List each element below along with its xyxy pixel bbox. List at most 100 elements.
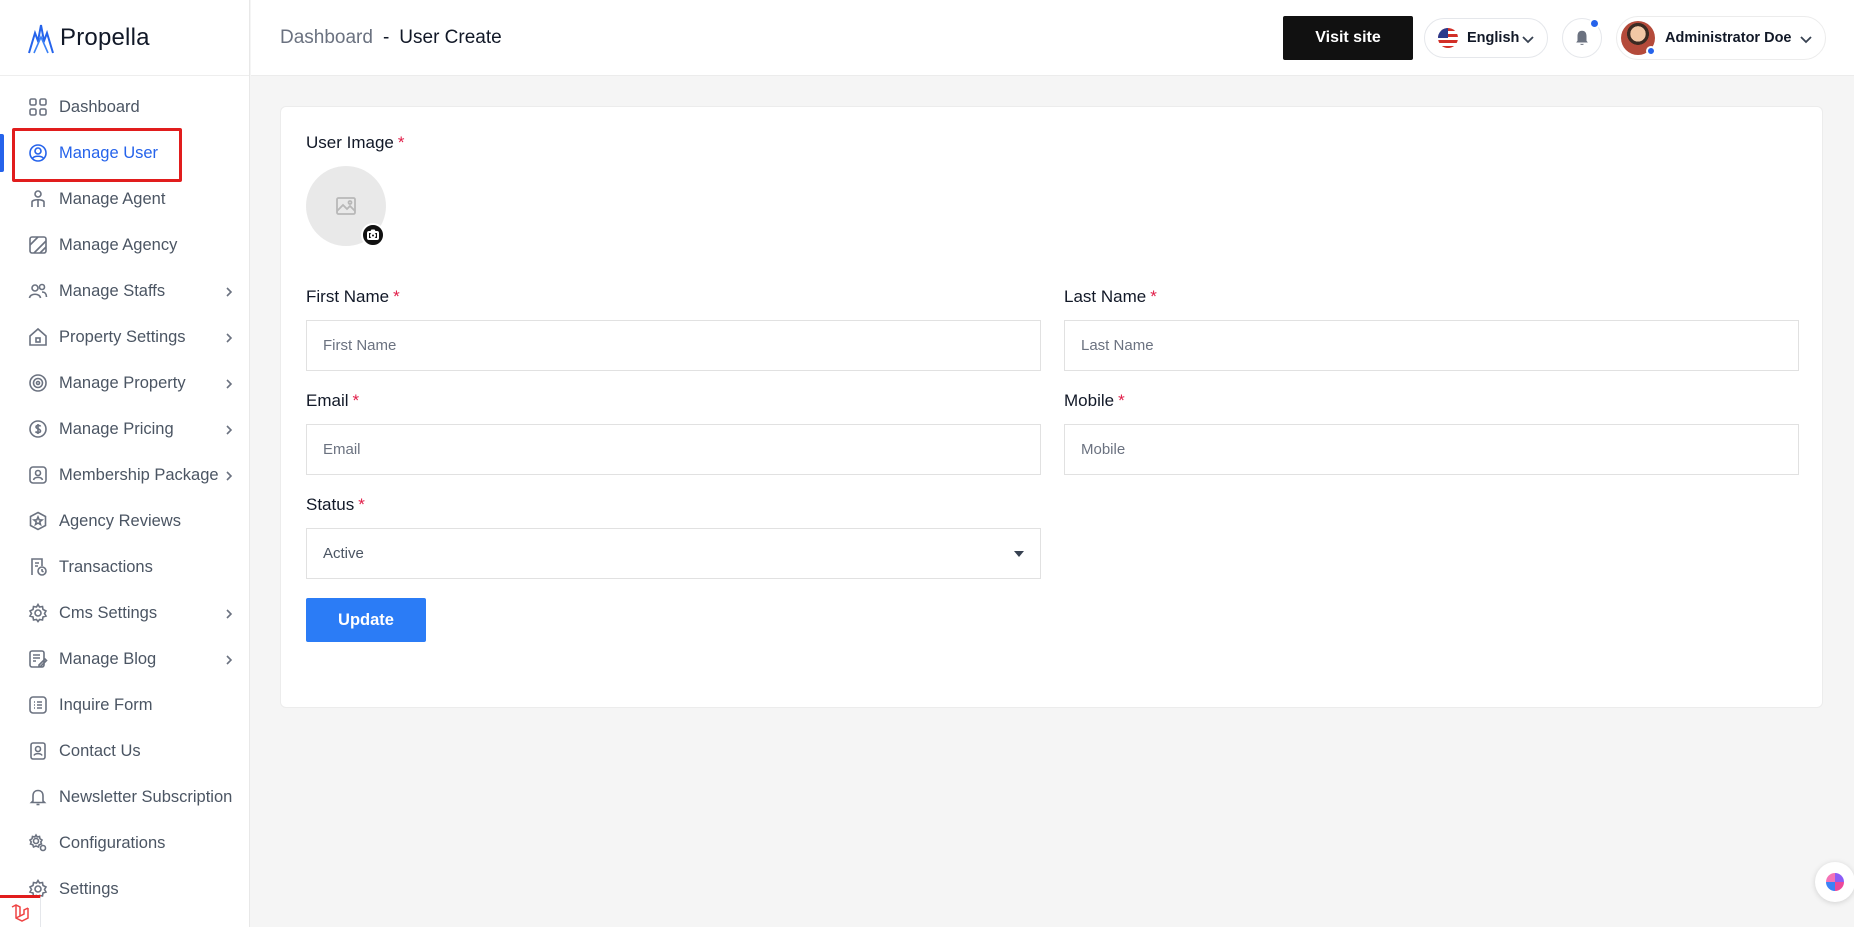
dashboard-grid-icon xyxy=(28,97,48,117)
breadcrumb-separator: - xyxy=(382,26,390,48)
gears-icon xyxy=(28,833,48,853)
user-image-label: User Image * xyxy=(306,133,405,153)
visit-site-button[interactable]: Visit site xyxy=(1283,16,1413,60)
users-icon xyxy=(28,281,48,301)
sidebar-item-property-settings[interactable]: Property Settings xyxy=(0,314,249,360)
agent-icon xyxy=(28,189,48,209)
star-badge-icon xyxy=(28,511,48,531)
sidebar: Propella Dashboard Manage User Manage Ag… xyxy=(0,0,250,927)
required-mark: * xyxy=(1118,391,1125,410)
email-label-text: Email xyxy=(306,391,349,410)
cms-gear-icon xyxy=(28,603,48,623)
sidebar-item-label: Manage Property xyxy=(59,373,186,392)
sidebar-nav: Dashboard Manage User Manage Agent Manag… xyxy=(0,76,249,912)
first-name-label: First Name * xyxy=(306,287,400,307)
required-mark: * xyxy=(397,133,405,152)
sidebar-item-transactions[interactable]: Transactions xyxy=(0,544,249,590)
required-mark: * xyxy=(1150,287,1157,306)
property-gear-icon xyxy=(28,373,48,393)
user-image-upload[interactable] xyxy=(306,166,386,247)
chevron-right-icon xyxy=(223,468,235,481)
brand-name: Propella xyxy=(60,23,150,51)
status-label: Status * xyxy=(306,495,365,515)
sidebar-item-label: Property Settings xyxy=(59,327,186,346)
sidebar-item-manage-pricing[interactable]: Manage Pricing xyxy=(0,406,249,452)
sidebar-item-label: Manage Agency xyxy=(59,235,178,254)
receipt-clock-icon xyxy=(28,557,48,577)
notification-badge xyxy=(1589,18,1600,29)
language-selector[interactable]: English xyxy=(1424,18,1548,58)
sidebar-item-manage-user[interactable]: Manage User xyxy=(0,130,249,176)
mobile-field[interactable] xyxy=(1064,424,1799,475)
sidebar-item-label: Configurations xyxy=(59,833,166,852)
online-status-dot xyxy=(1646,46,1656,56)
agency-icon xyxy=(28,235,48,255)
brain-icon xyxy=(1826,873,1844,891)
image-placeholder-icon xyxy=(336,197,356,215)
us-flag-icon xyxy=(1438,28,1458,48)
chevron-right-icon xyxy=(223,330,235,343)
sidebar-item-label: Newsletter Subscription xyxy=(59,787,233,806)
required-mark: * xyxy=(352,391,360,410)
chevron-down-icon xyxy=(1521,32,1535,50)
mobile-label: Mobile * xyxy=(1064,391,1125,411)
sidebar-item-manage-agency[interactable]: Manage Agency xyxy=(0,222,249,268)
user-create-form-card: User Image* First Name* Last Name* Email… xyxy=(280,106,1823,708)
sidebar-item-label: Transactions xyxy=(59,557,153,576)
contact-card-icon xyxy=(28,741,48,761)
last-name-label-text: Last Name xyxy=(1064,287,1147,306)
list-icon xyxy=(28,695,48,715)
sidebar-item-label: Contact Us xyxy=(59,741,141,760)
notifications-button[interactable] xyxy=(1562,18,1602,58)
sidebar-item-label: Manage Agent xyxy=(59,189,166,208)
sidebar-item-configurations[interactable]: Configurations xyxy=(0,820,249,866)
sidebar-item-label: Manage Pricing xyxy=(59,419,174,438)
sidebar-item-dashboard[interactable]: Dashboard xyxy=(0,84,249,130)
assistant-floating-button[interactable] xyxy=(1815,862,1854,902)
first-name-field[interactable] xyxy=(306,320,1041,371)
status-select[interactable]: Active xyxy=(306,528,1041,579)
user-menu[interactable]: Administrator Doe xyxy=(1616,16,1826,60)
home-icon xyxy=(28,327,48,347)
membership-icon xyxy=(28,465,48,485)
sidebar-item-label: Manage Staffs xyxy=(59,281,166,300)
sidebar-item-manage-agent[interactable]: Manage Agent xyxy=(0,176,249,222)
sidebar-item-label: Settings xyxy=(59,879,119,898)
required-mark: * xyxy=(358,495,365,514)
sidebar-item-membership-package[interactable]: Membership Package xyxy=(0,452,249,498)
chevron-right-icon xyxy=(223,606,235,619)
breadcrumb-dashboard-link[interactable]: Dashboard xyxy=(280,27,373,49)
last-name-field[interactable] xyxy=(1064,320,1799,371)
brand[interactable]: Propella xyxy=(0,0,249,76)
chevron-down-icon xyxy=(1799,32,1813,50)
email-label: Email * xyxy=(306,391,359,411)
sidebar-item-inquire-form[interactable]: Inquire Form xyxy=(0,682,249,728)
status-selected-value: Active xyxy=(323,545,364,562)
email-field[interactable] xyxy=(306,424,1041,475)
sidebar-item-contact-us[interactable]: Contact Us xyxy=(0,728,249,774)
user-image-label-text: User Image xyxy=(306,133,394,152)
laravel-debug-button[interactable] xyxy=(0,895,41,927)
user-circle-icon xyxy=(28,143,48,163)
mobile-label-text: Mobile xyxy=(1064,391,1115,410)
last-name-label: Last Name * xyxy=(1064,287,1157,307)
sidebar-item-manage-staffs[interactable]: Manage Staffs xyxy=(0,268,249,314)
sidebar-item-manage-blog[interactable]: Manage Blog xyxy=(0,636,249,682)
sidebar-item-newsletter-subscription[interactable]: Newsletter Subscription xyxy=(0,774,249,820)
sidebar-item-label: Agency Reviews xyxy=(59,511,181,530)
sidebar-item-label: Manage User xyxy=(59,143,159,162)
top-header: Dashboard - User Create Visit site Engli… xyxy=(251,0,1854,76)
required-mark: * xyxy=(393,287,400,306)
sidebar-item-manage-property[interactable]: Manage Property xyxy=(0,360,249,406)
sidebar-item-agency-reviews[interactable]: Agency Reviews xyxy=(0,498,249,544)
sidebar-item-cms-settings[interactable]: Cms Settings xyxy=(0,590,249,636)
sidebar-item-label: Cms Settings xyxy=(59,603,158,622)
blog-edit-icon xyxy=(28,649,48,669)
camera-icon[interactable] xyxy=(361,223,385,247)
propella-logo-icon xyxy=(28,24,54,53)
update-button[interactable]: Update xyxy=(306,598,426,642)
breadcrumb: Dashboard - User Create xyxy=(280,27,502,49)
sidebar-item-label: Manage Blog xyxy=(59,649,157,668)
chevron-right-icon xyxy=(223,652,235,665)
user-name: Administrator Doe xyxy=(1665,30,1792,46)
